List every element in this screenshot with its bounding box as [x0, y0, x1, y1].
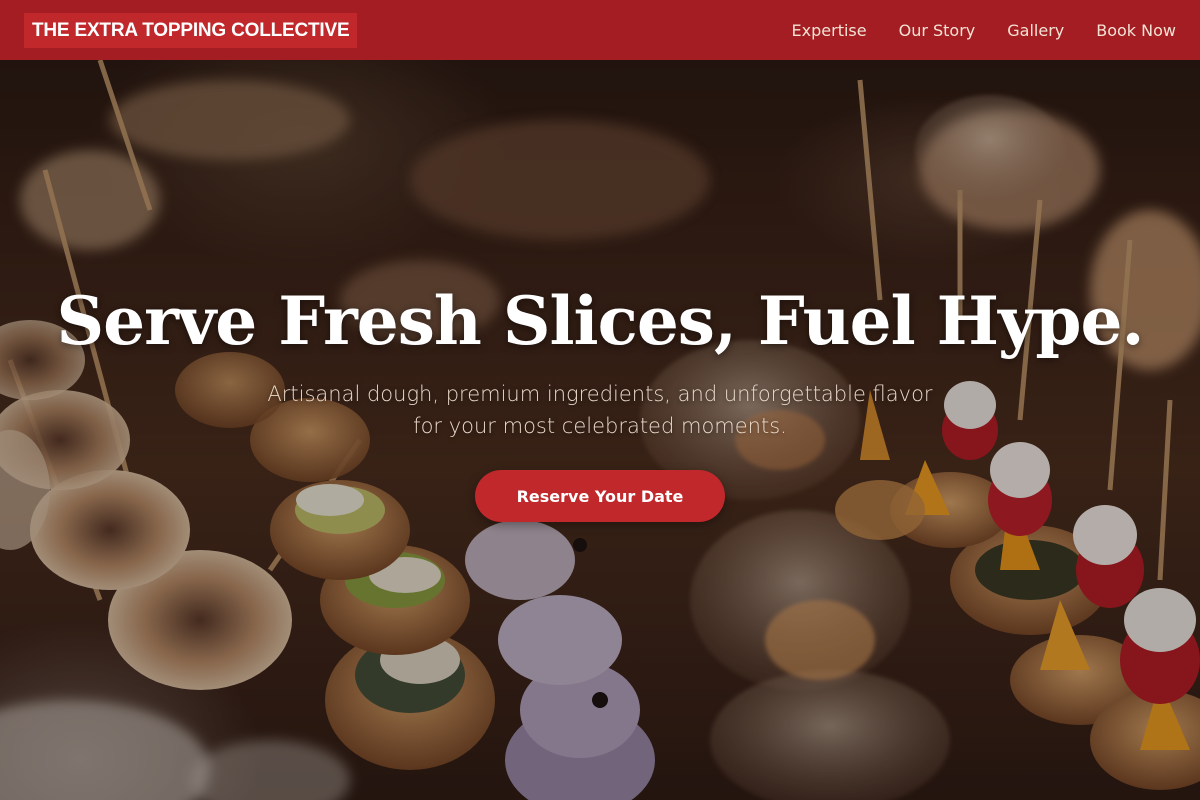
reserve-date-button[interactable]: Reserve Your Date	[475, 470, 725, 522]
site-header: THE EXTRA TOPPING COLLECTIVE Expertise O…	[0, 0, 1200, 60]
nav-expertise[interactable]: Expertise	[792, 21, 867, 40]
nav-our-story[interactable]: Our Story	[899, 21, 976, 40]
hero-title: Serve Fresh Slices, Fuel Hype.	[56, 282, 1145, 360]
brand-logo[interactable]: THE EXTRA TOPPING COLLECTIVE	[24, 12, 358, 48]
nav-gallery[interactable]: Gallery	[1007, 21, 1064, 40]
nav-book-now[interactable]: Book Now	[1096, 21, 1176, 40]
main-nav: Expertise Our Story Gallery Book Now	[792, 21, 1176, 40]
hero-section: Serve Fresh Slices, Fuel Hype. Artisanal…	[0, 60, 1200, 800]
hero-subtitle: Artisanal dough, premium ingredients, an…	[267, 382, 933, 438]
